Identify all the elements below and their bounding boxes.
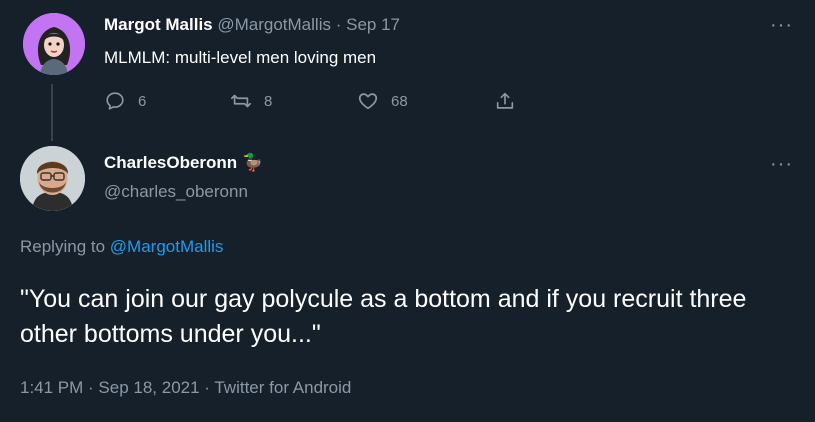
margot-avatar[interactable] (23, 13, 85, 75)
reply-more-button[interactable]: ··· (770, 154, 793, 174)
like-count: 68 (391, 92, 408, 110)
reply-action[interactable]: 6 (104, 90, 146, 112)
reply-tweet-text: "You can join our gay polycule as a bott… (20, 285, 747, 348)
retweet-count: 8 (264, 92, 273, 110)
thread-connector-line (51, 84, 53, 141)
reply-tweet-meta[interactable]: 1:41 PM · Sep 18, 2021 · Twitter for And… (20, 378, 351, 398)
replying-to-handle-link[interactable]: @MargotMallis (110, 237, 224, 256)
replying-to-prefix: Replying to (20, 237, 106, 256)
replying-to-line: Replying to @MargotMallis (20, 237, 223, 257)
reply-handle[interactable]: @charles_oberonn (104, 182, 248, 202)
original-date[interactable]: Sep 17 (346, 15, 400, 34)
reply-icon (106, 92, 124, 110)
person-photo-icon (20, 146, 85, 211)
reply-tweet-header: CharlesOberonn 🦆 (104, 153, 263, 173)
charles-avatar[interactable] (20, 146, 85, 211)
original-tweet-text: MLMLM: multi-level men loving men (104, 48, 377, 67)
original-date-separator: · (335, 15, 342, 34)
reply-count: 6 (138, 92, 147, 110)
original-display-name[interactable]: Margot Mallis (104, 15, 213, 34)
retweet-icon (231, 94, 251, 108)
like-action[interactable]: 68 (357, 90, 408, 112)
more-horizontal-icon: ··· (770, 14, 793, 36)
original-more-button[interactable]: ··· (770, 15, 793, 35)
original-tweet-header: Margot Mallis @MargotMallis · Sep 17 (104, 15, 400, 35)
duck-emoji: 🦆 (241, 153, 264, 172)
reply-display-name[interactable]: CharlesOberonn (104, 153, 237, 172)
cartoon-portrait-icon (23, 13, 85, 75)
share-action[interactable] (494, 90, 528, 112)
more-horizontal-icon: ··· (770, 153, 793, 175)
original-handle[interactable]: @MargotMallis (217, 15, 331, 34)
retweet-action[interactable]: 8 (230, 90, 272, 112)
heart-icon (358, 93, 378, 110)
share-icon (496, 92, 514, 109)
